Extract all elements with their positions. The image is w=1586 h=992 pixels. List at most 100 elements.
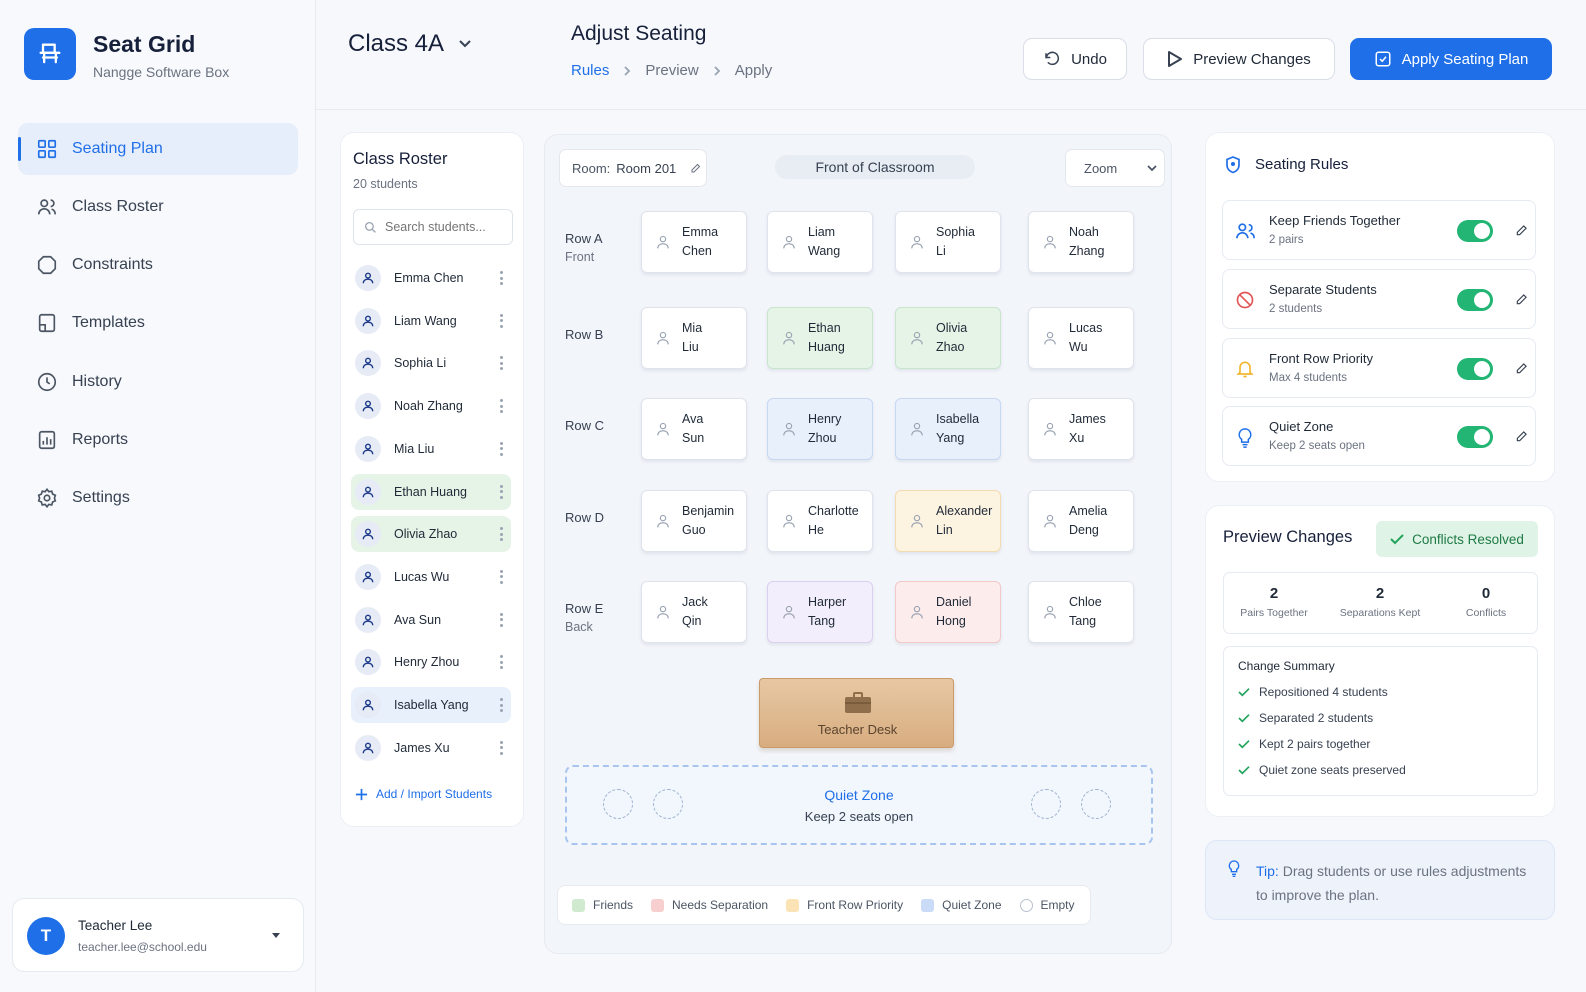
student-avatar (355, 692, 381, 718)
preview-changes-button[interactable]: Preview Changes (1143, 38, 1335, 80)
more-options-icon[interactable] (500, 655, 503, 670)
zoom-label: Zoom (1084, 160, 1118, 176)
more-options-icon[interactable] (500, 527, 503, 542)
roster-student[interactable]: Ethan Huang (351, 473, 511, 510)
preview-title: Preview Changes (1223, 528, 1353, 546)
pencil-icon[interactable] (1515, 429, 1529, 443)
student-name: Mia Liu (394, 441, 435, 456)
breadcrumb-rules[interactable]: Rules (571, 62, 609, 79)
more-options-icon[interactable] (500, 612, 503, 627)
search-input[interactable] (385, 220, 510, 234)
person-icon (362, 358, 374, 369)
seat[interactable]: Daniel Hong (895, 581, 1001, 643)
person-icon (1044, 514, 1056, 528)
seat[interactable]: Jack Qin (641, 581, 747, 643)
seat[interactable]: Isabella Yang (895, 398, 1001, 460)
seat-last-name: Yang (936, 431, 965, 445)
seat-last-name: Zhang (1069, 244, 1105, 258)
rule-toggle[interactable] (1457, 358, 1493, 380)
summary-item: Kept 2 pairs together (1238, 731, 1523, 757)
gear-icon (37, 487, 57, 509)
seat-first-name: Emma (682, 225, 719, 239)
seat[interactable]: Chloe Tang (1028, 581, 1134, 643)
seat[interactable]: Lucas Wu (1028, 307, 1134, 369)
roster-student[interactable]: Sophia Li (351, 345, 511, 381)
nav-constraints[interactable]: Constraints (18, 239, 298, 291)
nav-reports[interactable]: Reports (18, 414, 298, 466)
caret-down-icon[interactable] (271, 932, 281, 940)
app-title: Seat Grid (93, 31, 196, 57)
rule-toggle[interactable] (1457, 289, 1493, 311)
more-options-icon[interactable] (500, 698, 503, 712)
seat[interactable]: Liam Wang (767, 211, 873, 273)
more-options-icon[interactable] (500, 399, 503, 414)
breadcrumb-apply[interactable]: Apply (735, 62, 773, 79)
breadcrumb-preview[interactable]: Preview (645, 62, 698, 79)
seat[interactable]: Amelia Deng (1028, 490, 1134, 552)
person-icon (1044, 422, 1056, 436)
seat[interactable]: Mia Liu (641, 307, 747, 369)
more-options-icon[interactable] (500, 569, 503, 584)
more-options-icon[interactable] (500, 484, 503, 499)
seat[interactable]: Emma Chen (641, 211, 747, 273)
seat[interactable]: Harper Tang (767, 581, 873, 643)
nav-templates[interactable]: Templates (18, 297, 298, 349)
more-options-icon[interactable] (500, 441, 503, 456)
roster-student[interactable]: Henry Zhou (351, 644, 511, 680)
seat[interactable]: James Xu (1028, 398, 1134, 460)
seat[interactable]: Ava Sun (641, 398, 747, 460)
more-options-icon[interactable] (500, 356, 503, 371)
seat[interactable]: Alexander Lin (895, 490, 1001, 552)
rule-subtitle: Keep 2 seats open (1269, 440, 1365, 452)
roster-student[interactable]: Liam Wang (351, 303, 511, 339)
apply-seating-plan-button[interactable]: Apply Seating Plan (1350, 38, 1552, 80)
more-options-icon[interactable] (500, 740, 503, 755)
roster-student[interactable]: Emma Chen (351, 260, 511, 296)
class-selector[interactable]: Class 4A (348, 30, 472, 58)
seat[interactable]: Henry Zhou (767, 398, 873, 460)
more-options-icon[interactable] (500, 271, 503, 285)
roster-student[interactable]: James Xu (351, 730, 511, 766)
seat[interactable]: Olivia Zhao (895, 307, 1001, 369)
rule-title: Keep Friends Together (1269, 213, 1401, 228)
nav-history[interactable]: History (18, 356, 298, 408)
rule-toggle[interactable] (1457, 220, 1493, 242)
user-card[interactable]: T Teacher Lee teacher.lee@school.edu (12, 898, 304, 972)
roster-student[interactable]: Mia Liu (351, 431, 511, 467)
more-options-icon[interactable] (500, 313, 503, 328)
nav-settings[interactable]: Settings (18, 472, 298, 524)
add-import-students-link[interactable]: Add / Import Students (355, 787, 492, 801)
roster-student[interactable]: Isabella Yang (351, 687, 511, 723)
nav-class-roster[interactable]: Class Roster (18, 181, 298, 233)
person-icon (657, 235, 669, 249)
seat[interactable]: Noah Zhang (1028, 211, 1134, 273)
roster-student[interactable]: Olivia Zhao (351, 516, 511, 553)
room-selector[interactable]: Room: Room 201 (559, 149, 707, 187)
pencil-icon[interactable] (690, 162, 702, 174)
zoom-dropdown[interactable]: Zoom (1065, 149, 1165, 187)
seat[interactable]: Charlotte He (767, 490, 873, 552)
rule-keep-friends-together: Keep Friends Together 2 pairs (1222, 200, 1536, 260)
pencil-icon[interactable] (1515, 361, 1529, 375)
student-name: Lucas Wu (394, 569, 450, 584)
row-label: Row E Back (565, 599, 603, 637)
pencil-icon[interactable] (1515, 292, 1529, 306)
front-of-classroom-label: Front of Classroom (775, 155, 975, 179)
legend-item: Front Row Priority (786, 898, 903, 912)
roster-student[interactable]: Lucas Wu (351, 559, 511, 595)
nav-seating-plan[interactable]: Seating Plan (18, 123, 298, 175)
summary-text: Quiet zone seats preserved (1259, 763, 1406, 777)
seat[interactable]: Ethan Huang (767, 307, 873, 369)
undo-button[interactable]: Undo (1023, 38, 1127, 80)
rule-separate-students: Separate Students 2 students (1222, 269, 1536, 329)
teacher-desk[interactable]: Teacher Desk (759, 678, 954, 748)
seat[interactable]: Sophia Li (895, 211, 1001, 273)
pencil-icon[interactable] (1515, 223, 1529, 237)
search-box[interactable] (353, 209, 513, 245)
roster-student[interactable]: Ava Sun (351, 602, 511, 638)
rule-toggle[interactable] (1457, 426, 1493, 448)
person-icon (362, 400, 374, 412)
person-icon (783, 605, 795, 619)
seat[interactable]: Benjamin Guo (641, 490, 747, 552)
roster-student[interactable]: Noah Zhang (351, 388, 511, 424)
